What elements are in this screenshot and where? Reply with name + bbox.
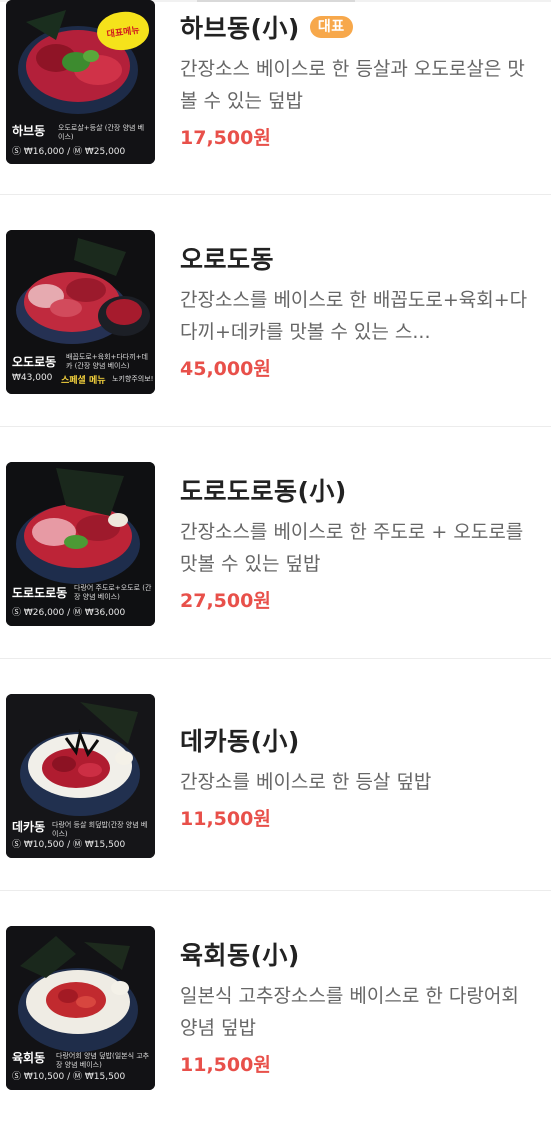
signature-badge: 대표 [309, 16, 353, 38]
menu-price: 45,000원 [180, 358, 271, 380]
menu-name: 도로도로동(小) [180, 477, 347, 506]
menu-name: 데카동(小) [180, 727, 300, 756]
image-caption-price: ₩43,000 [12, 373, 53, 383]
image-caption-name: 육회동 [12, 1051, 46, 1065]
image-caption-note: 노키향주의보! [112, 375, 154, 383]
image-caption-price: Ⓢ ₩26,000 / Ⓜ ₩36,000 [12, 608, 126, 618]
menu-price: 27,500원 [180, 590, 271, 612]
image-caption-special: 스페셜 메뉴 [61, 376, 106, 386]
image-caption-desc: 오도로살+등살 (간장 양념 베이스) [58, 124, 145, 141]
image-caption-desc: 다랑어 주도로+오도로 (간장 양념 베이스) [74, 584, 152, 601]
menu-price: 17,500원 [180, 127, 271, 149]
menu-info: 육회동(小) 일본식 고추장소스를 베이스로 한 다랑어회 양념 덮밥 11,5… [180, 934, 533, 1077]
image-caption-name: 데카동 [12, 820, 46, 834]
image-caption-name: 오도로동 [12, 355, 57, 369]
menu-price: 11,500원 [180, 1054, 271, 1076]
menu-description: 간장소를 베이스로 한 등살 덮밥 [180, 771, 432, 793]
image-caption-desc: 배꼽도로+육회+다다끼+데카 (간장 양념 베이스) [66, 353, 148, 370]
menu-item[interactable]: 대표메뉴 하브동 오도로살+등살 (간장 양념 베이스) Ⓢ ₩16,000 /… [0, 0, 551, 195]
image-caption-price: Ⓢ ₩10,500 / Ⓜ ₩15,500 [12, 840, 126, 850]
menu-description: 간장소스를 베이스로 한 주도로 + 오도로를 맛볼 수 있는 덮밥 [180, 521, 524, 575]
image-caption-price: Ⓢ ₩10,500 / Ⓜ ₩15,500 [12, 1072, 126, 1082]
menu-item[interactable]: 도로도로동 다랑어 주도로+오도로 (간장 양념 베이스) Ⓢ ₩26,000 … [0, 427, 551, 659]
menu-description: 간장소스 베이스로 한 등살과 오도로살은 맛볼 수 있는 덮밥 [180, 58, 525, 112]
menu-image: 육회동 다랑어회 양념 덮밥(일본식 고추장 양념 베이스) Ⓢ ₩10,500… [6, 926, 155, 1090]
menu-info: 도로도로동(小) 간장소스를 베이스로 한 주도로 + 오도로를 맛볼 수 있는… [180, 470, 533, 613]
menu-title: 도로도로동(小) [180, 470, 533, 510]
menu-item[interactable]: 오도로동 배꼽도로+육회+다다끼+데카 (간장 양념 베이스) ₩43,000 … [0, 195, 551, 427]
menu-title: 육회동(小) [180, 934, 533, 974]
menu-name: 육회동(小) [180, 941, 300, 970]
image-caption-desc: 다랑어회 양념 덮밥(일본식 고추장 양념 베이스) [56, 1052, 150, 1069]
menu-description: 일본식 고추장소스를 베이스로 한 다랑어회 양념 덮밥 [180, 985, 519, 1039]
menu-image: 데카동 다랑어 등살 회덮밥(간장 양념 베이스) Ⓢ ₩10,500 / Ⓜ … [6, 694, 155, 858]
menu-image: 오도로동 배꼽도로+육회+다다끼+데카 (간장 양념 베이스) ₩43,000 … [6, 230, 155, 394]
menu-price: 11,500원 [180, 808, 271, 830]
menu-name: 오로도동 [180, 245, 275, 274]
menu-description: 간장소스를 베이스로 한 배꼽도로+육회+다다끼+데카를 맛볼 수 있는 스..… [180, 289, 528, 343]
menu-name: 하브동(小) [180, 14, 300, 43]
menu-title: 데카동(小) [180, 720, 533, 760]
menu-info: 하브동(小) 대표 간장소스 베이스로 한 등살과 오도로살은 맛볼 수 있는 … [180, 7, 533, 150]
menu-title: 오로도동 [180, 238, 533, 278]
menu-info: 데카동(小) 간장소를 베이스로 한 등살 덮밥 11,500원 [180, 720, 533, 831]
image-caption-name: 도로도로동 [12, 586, 68, 600]
menu-image: 도로도로동 다랑어 주도로+오도로 (간장 양념 베이스) Ⓢ ₩26,000 … [6, 462, 155, 626]
menu-item[interactable]: 데카동 다랑어 등살 회덮밥(간장 양념 베이스) Ⓢ ₩10,500 / Ⓜ … [0, 659, 551, 891]
menu-title: 하브동(小) 대표 [180, 7, 533, 47]
image-caption-price: Ⓢ ₩16,000 / Ⓜ ₩25,000 [12, 147, 126, 157]
menu-image: 대표메뉴 하브동 오도로살+등살 (간장 양념 베이스) Ⓢ ₩16,000 /… [6, 0, 155, 164]
menu-item[interactable]: 육회동 다랑어회 양념 덮밥(일본식 고추장 양념 베이스) Ⓢ ₩10,500… [0, 891, 551, 1123]
image-caption-name: 하브동 [12, 124, 46, 138]
menu-info: 오로도동 간장소스를 베이스로 한 배꼽도로+육회+다다끼+데카를 맛볼 수 있… [180, 238, 533, 381]
